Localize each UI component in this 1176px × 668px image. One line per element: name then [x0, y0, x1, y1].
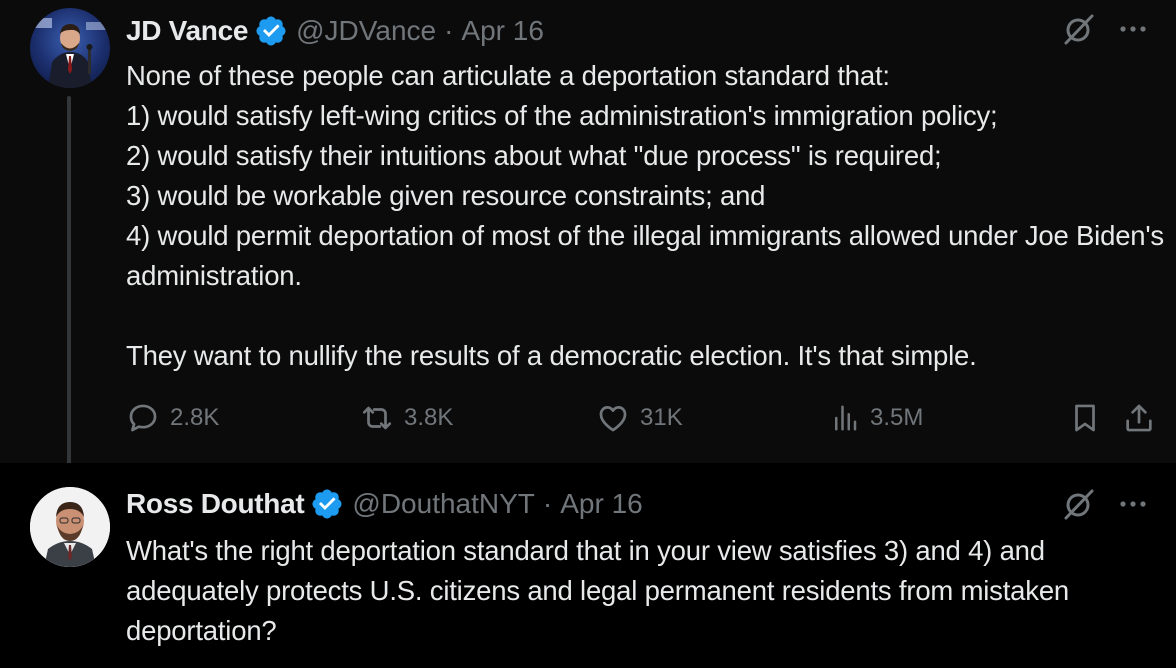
share-icon	[1126, 404, 1152, 432]
separator-dot-2: ·	[542, 488, 553, 519]
like-count: 31K	[640, 404, 683, 431]
grok-icon[interactable]	[1062, 487, 1096, 521]
repost-button[interactable]: 3.8K	[360, 398, 453, 438]
tweet-date-2[interactable]: Apr 16	[560, 488, 643, 520]
author-handle[interactable]: @JDVance	[296, 15, 436, 47]
tweet-action-bar: 2.8K 3.8K 31K 3.5M	[126, 398, 1156, 438]
avatar-ross-douthat[interactable]	[30, 487, 110, 567]
reply-count: 2.8K	[170, 404, 220, 431]
tweet-date[interactable]: Apr 16	[461, 15, 544, 47]
tweet-text-2: What's the right deportation standard th…	[126, 535, 1077, 646]
reply-button[interactable]: 2.8K	[126, 398, 219, 438]
views-button[interactable]: 3.5M	[830, 398, 923, 438]
tweet-top-actions	[1062, 12, 1148, 46]
avatar-jd-vance-image	[30, 8, 110, 88]
repost-count: 3.8K	[404, 404, 454, 431]
avatar-jd-vance[interactable]	[30, 8, 110, 88]
tweet-header-2: Ross Douthat @DouthatNYT · Apr 16	[126, 484, 643, 524]
bookmark-button[interactable]	[1068, 398, 1102, 438]
author-name-2[interactable]: Ross Douthat	[126, 488, 305, 520]
author-name[interactable]: JD Vance	[126, 15, 248, 47]
share-button[interactable]	[1122, 398, 1156, 438]
verified-badge-icon	[254, 14, 288, 48]
tweet-top-actions-2	[1062, 487, 1148, 521]
separator-dot: ·	[444, 15, 454, 46]
more-options-icon[interactable]	[1118, 499, 1148, 509]
more-options-icon[interactable]	[1118, 24, 1148, 34]
repost-icon	[362, 406, 392, 430]
heart-icon	[599, 406, 627, 432]
views-count: 3.5M	[870, 404, 924, 431]
author-handle-2[interactable]: @DouthatNYT	[352, 488, 535, 520]
bookmark-icon	[1075, 404, 1095, 432]
avatar-ross-douthat-image	[30, 487, 110, 567]
tweet-text: None of these people can articulate a de…	[126, 60, 1164, 371]
verified-badge-icon	[310, 487, 344, 521]
reply-icon	[129, 404, 157, 432]
views-icon	[835, 405, 857, 431]
thread-connector-line	[67, 96, 71, 474]
like-button[interactable]: 31K	[596, 398, 683, 438]
tweet-jd-vance[interactable]: JD Vance @JDVance · Apr 16 None of these	[0, 0, 1176, 474]
grok-icon[interactable]	[1062, 12, 1096, 46]
tweet-header: JD Vance @JDVance · Apr 16	[126, 11, 544, 51]
